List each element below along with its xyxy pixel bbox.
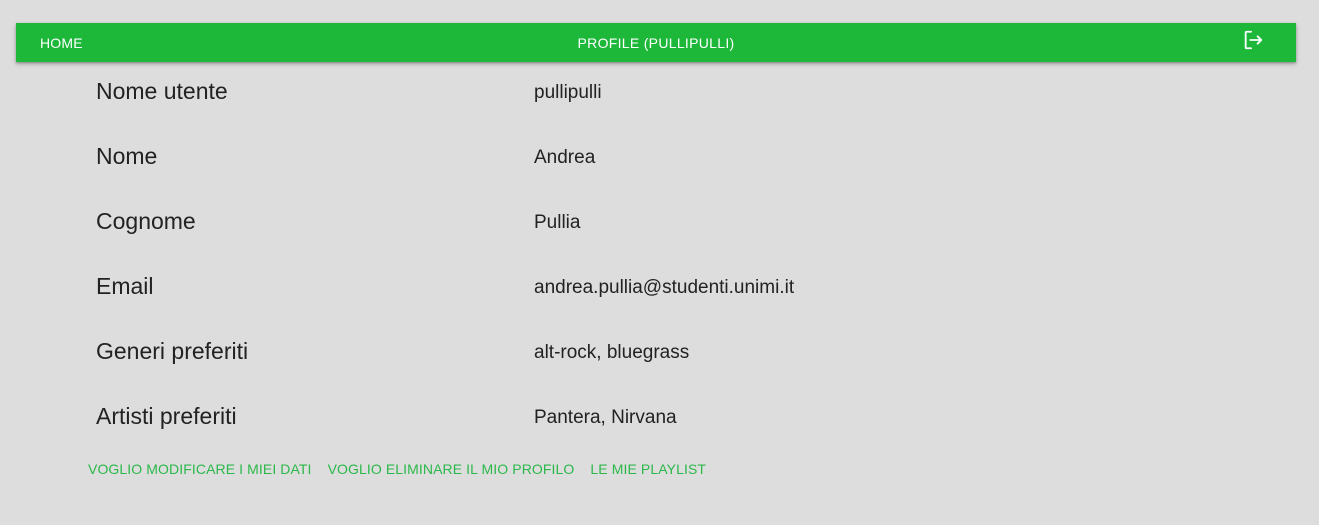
my-playlists-button[interactable]: LE MIE PLAYLIST bbox=[582, 455, 714, 483]
profile-row-email: Email andrea.pullia@studenti.unimi.it bbox=[96, 255, 1096, 320]
edit-profile-button[interactable]: VOGLIO MODIFICARE I MIEI DATI bbox=[80, 455, 320, 483]
username-value: pullipulli bbox=[534, 82, 602, 103]
username-label: Nome utente bbox=[96, 78, 228, 104]
profile-details: Nome utente pullipulli Nome Andrea Cogno… bbox=[96, 60, 1096, 450]
last-name-value: Pullia bbox=[534, 212, 581, 233]
first-name-value: Andrea bbox=[534, 147, 596, 168]
logout-button[interactable] bbox=[1236, 23, 1270, 62]
last-name-label: Cognome bbox=[96, 208, 196, 234]
home-button[interactable]: HOME bbox=[32, 23, 91, 62]
delete-profile-button[interactable]: VOGLIO ELIMINARE IL MIO PROFILO bbox=[320, 455, 583, 483]
profile-row-username: Nome utente pullipulli bbox=[96, 60, 1096, 125]
profile-row-last-name: Cognome Pullia bbox=[96, 190, 1096, 255]
profile-row-favorite-genres: Generi preferiti alt-rock, bluegrass bbox=[96, 320, 1096, 385]
page-title: PROFILE (PULLIPULLI) bbox=[577, 34, 735, 51]
logout-icon bbox=[1242, 29, 1264, 56]
app-bar: HOME PROFILE (PULLIPULLI) bbox=[16, 23, 1296, 62]
favorite-genres-value: alt-rock, bluegrass bbox=[534, 342, 690, 363]
favorite-artists-value: Pantera, Nirvana bbox=[534, 407, 677, 428]
favorite-artists-label: Artisti preferiti bbox=[96, 403, 237, 429]
profile-row-first-name: Nome Andrea bbox=[96, 125, 1096, 190]
email-value: andrea.pullia@studenti.unimi.it bbox=[534, 277, 795, 298]
email-label: Email bbox=[96, 273, 154, 299]
first-name-label: Nome bbox=[96, 143, 158, 169]
profile-row-favorite-artists: Artisti preferiti Pantera, Nirvana bbox=[96, 385, 1096, 450]
favorite-genres-label: Generi preferiti bbox=[96, 338, 249, 364]
profile-actions: VOGLIO MODIFICARE I MIEI DATI VOGLIO ELI… bbox=[80, 455, 714, 483]
